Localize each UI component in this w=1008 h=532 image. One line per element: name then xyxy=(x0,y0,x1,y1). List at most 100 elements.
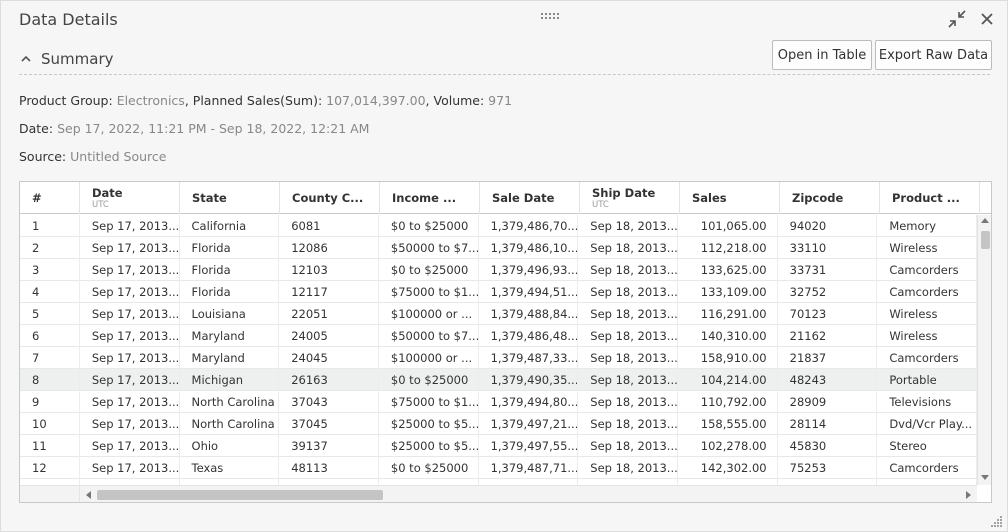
table-cell: 48243 xyxy=(778,369,878,391)
summary-divider xyxy=(19,74,990,75)
table-cell: 1,379,490,35... xyxy=(479,369,579,391)
column-header[interactable]: # xyxy=(20,182,80,214)
column-header-label: Income ... xyxy=(392,190,457,205)
summary-value: Electronics xyxy=(116,93,185,108)
row-number: 8 xyxy=(20,369,80,391)
table-cell: Camcorders xyxy=(877,259,977,281)
summary-key: , Planned Sales(Sum): xyxy=(184,93,327,108)
table-cell: Sep 18, 2013... xyxy=(578,457,678,479)
table-cell: 28114 xyxy=(778,413,878,435)
column-header[interactable]: Sale Date xyxy=(480,182,580,214)
scroll-left-icon[interactable] xyxy=(86,491,91,499)
column-header[interactable]: Zipcode xyxy=(780,182,880,214)
close-icon[interactable] xyxy=(977,9,997,29)
table-cell: $100000 or ... xyxy=(379,347,479,369)
summary-value: 971 xyxy=(488,93,513,108)
column-header-label: Sale Date xyxy=(492,190,555,205)
grid-body: 1 Sep 17, 2013... California 6081 $0 to $250… xyxy=(20,215,977,485)
table-cell: Maryland xyxy=(180,347,280,369)
summary-value: Untitled Source xyxy=(70,149,167,164)
vertical-scrollbar[interactable] xyxy=(977,215,991,485)
row-number: 12 xyxy=(20,457,80,479)
table-cell: Memory xyxy=(877,215,977,237)
table-cell: North Carolina xyxy=(180,391,280,413)
table-cell: Sep 18, 2013... xyxy=(578,369,678,391)
table-cell: Sep 18, 2013... xyxy=(578,347,678,369)
table-cell: Sep 18, 2013... xyxy=(578,325,678,347)
table-cell: Sep 17, 2013... xyxy=(80,391,180,413)
table-row[interactable]: 12 Sep 17, 2013... Texas 48113 $0 to $25000 1… xyxy=(20,457,977,479)
scroll-right-icon[interactable] xyxy=(966,491,971,499)
table-cell: 12086 xyxy=(279,237,379,259)
export-raw-data-button[interactable]: Export Raw Data xyxy=(875,40,992,70)
table-cell: Sep 18, 2013... xyxy=(578,391,678,413)
table-cell: 24005 xyxy=(279,325,379,347)
scroll-down-icon[interactable] xyxy=(981,475,989,480)
table-cell: Florida xyxy=(180,237,280,259)
table-cell: Ohio xyxy=(180,435,280,457)
table-cell: 45830 xyxy=(778,435,878,457)
horizontal-scroll-thumb[interactable] xyxy=(97,490,383,500)
column-header[interactable]: Date UTC xyxy=(80,182,180,214)
table-cell: 116,291.00 xyxy=(678,303,778,325)
table-cell: Maryland xyxy=(180,325,280,347)
summary-key: Date: xyxy=(19,121,58,136)
row-number: 2 xyxy=(20,237,80,259)
vertical-scroll-thumb[interactable] xyxy=(981,231,990,249)
table-cell: Michigan xyxy=(180,369,280,391)
table-cell: 1,379,487,71... xyxy=(479,457,579,479)
table-cell: 1,379,486,70... xyxy=(479,215,579,237)
column-header[interactable]: Sales xyxy=(680,182,780,214)
table-cell: 142,302.00 xyxy=(678,457,778,479)
column-header[interactable]: State xyxy=(180,182,280,214)
table-row[interactable]: 8 Sep 17, 2013... Michigan 26163 $0 to $2500… xyxy=(20,369,977,391)
resize-grip-icon[interactable] xyxy=(991,515,1003,527)
table-cell: $25000 to $5... xyxy=(379,413,479,435)
table-cell: Sep 17, 2013... xyxy=(80,303,180,325)
table-row[interactable]: 9 Sep 17, 2013... North Carolina 37043 $7500… xyxy=(20,391,977,413)
table-cell: 6081 xyxy=(279,215,379,237)
column-header[interactable]: Ship Date UTC xyxy=(580,182,680,214)
table-row[interactable]: 5 Sep 17, 2013... Louisiana 22051 $100000 or… xyxy=(20,303,977,325)
row-number: 9 xyxy=(20,391,80,413)
summary-key: , Volume: xyxy=(425,93,489,108)
table-row[interactable]: 11 Sep 17, 2013... Ohio 39137 $25000 to $5..… xyxy=(20,435,977,457)
column-header[interactable]: Income ... xyxy=(380,182,480,214)
table-row[interactable]: 3 Sep 17, 2013... Florida 12103 $0 to $25000… xyxy=(20,259,977,281)
column-header-label: County C... xyxy=(292,190,364,205)
table-row[interactable]: 7 Sep 17, 2013... Maryland 24045 $100000 or … xyxy=(20,347,977,369)
table-cell: Sep 18, 2013... xyxy=(578,281,678,303)
table-cell: 75253 xyxy=(778,457,878,479)
summary-value: 107,014,397.00 xyxy=(326,93,426,108)
table-cell: 32752 xyxy=(778,281,878,303)
column-header-sublabel: UTC xyxy=(92,199,109,210)
drag-handle-icon[interactable] xyxy=(541,13,561,25)
table-cell: 48113 xyxy=(279,457,379,479)
table-cell: Sep 18, 2013... xyxy=(578,215,678,237)
table-cell: $0 to $25000 xyxy=(379,369,479,391)
table-row[interactable]: 10 Sep 17, 2013... North Carolina 37045 $250… xyxy=(20,413,977,435)
table-cell: 70123 xyxy=(778,303,878,325)
column-header[interactable]: County C... xyxy=(280,182,380,214)
table-cell: Camcorders xyxy=(877,457,977,479)
table-cell: 110,792.00 xyxy=(678,391,778,413)
table-cell: 140,310.00 xyxy=(678,325,778,347)
summary-toggle[interactable]: Summary xyxy=(19,45,219,73)
table-row[interactable]: 6 Sep 17, 2013... Maryland 24005 $50000 to $… xyxy=(20,325,977,347)
summary-value: Sep 17, 2022, 11:21 PM - Sep 18, 2022, 1… xyxy=(57,121,370,136)
table-row[interactable]: 2 Sep 17, 2013... Florida 12086 $50000 to $7… xyxy=(20,237,977,259)
horizontal-scrollbar[interactable] xyxy=(80,485,977,502)
column-header-sublabel: UTC xyxy=(592,199,609,210)
table-row[interactable]: 4 Sep 17, 2013... Florida 12117 $75000 to $1… xyxy=(20,281,977,303)
table-cell: 1,379,496,93... xyxy=(479,259,579,281)
table-cell: Portable xyxy=(877,369,977,391)
table-cell: Sep 18, 2013... xyxy=(578,435,678,457)
row-number: 7 xyxy=(20,347,80,369)
table-cell: Florida xyxy=(180,281,280,303)
column-header[interactable]: Product ... xyxy=(880,182,980,214)
scroll-up-icon[interactable] xyxy=(981,218,989,223)
table-row[interactable]: 1 Sep 17, 2013... California 6081 $0 to $250… xyxy=(20,215,977,237)
collapse-arrows-icon[interactable] xyxy=(947,9,967,29)
open-in-table-button[interactable]: Open in Table xyxy=(772,40,872,70)
table-cell: 28909 xyxy=(778,391,878,413)
